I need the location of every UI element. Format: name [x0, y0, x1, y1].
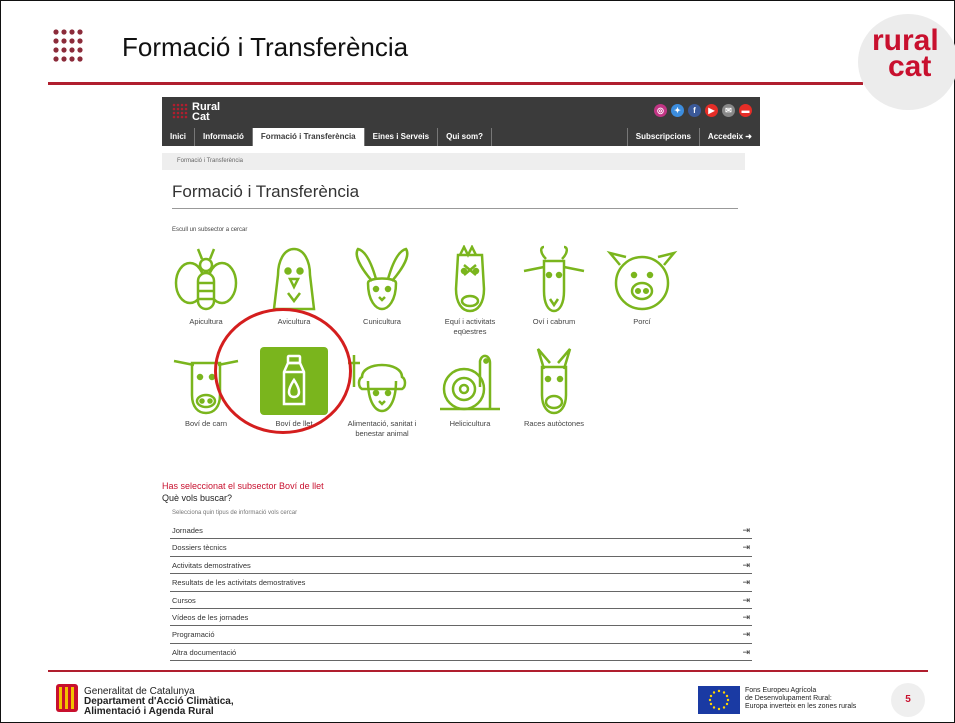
list-item-resultats[interactable]: Resultats de les activitats demostrative…	[170, 574, 752, 592]
instagram-icon[interactable]: ◎	[654, 104, 667, 117]
list-item-label: Programació	[172, 630, 215, 640]
selected-subsector-message: Has seleccionat el subsector Boví de lle…	[162, 481, 324, 491]
snail-icon	[440, 354, 500, 411]
list-item-dossiers[interactable]: Dossiers tècnics ⇥	[170, 539, 752, 557]
fons-line2: de Desenvolupament Rural:	[745, 695, 832, 702]
nav-item-eines[interactable]: Eines i Serveis	[365, 128, 439, 146]
list-item-label: Dossiers tècnics	[172, 543, 227, 553]
nav-item-formacio[interactable]: Formació i Transferència	[252, 128, 365, 146]
mail-icon[interactable]: ✉	[722, 104, 735, 117]
heading-divider	[172, 208, 738, 209]
social-links: ◎ ✦ f ▶ ✉ ▬	[654, 104, 752, 117]
highlight-ellipse	[214, 308, 352, 434]
horse-icon	[454, 245, 486, 313]
subsector-label: Boví de carn	[184, 419, 228, 428]
nav-item-informacio[interactable]: Informació	[195, 128, 253, 146]
slide-title: Formació i Transferència	[122, 32, 409, 62]
logo-text-cat: cat	[888, 50, 932, 83]
hen-icon	[272, 247, 316, 311]
search-question: Què vols buscar?	[162, 493, 233, 503]
subsector-tile-ovi-cabrum[interactable]: Oví i cabrum	[518, 245, 590, 327]
sheep-icon	[348, 355, 407, 413]
fons-line1: Fons Europeu Agrícola	[745, 687, 817, 694]
gencat-text: Generalitat de Catalunya Departament d'A…	[84, 687, 234, 717]
fons-line3: Europa inverteix en les zones rurals	[745, 703, 857, 710]
gencat-line3: Alimentació i Agenda Rural	[84, 706, 214, 717]
accedeix-label: Accedeix	[707, 132, 744, 141]
rabbit-icon	[355, 247, 409, 311]
subsector-label: Races autòctones	[523, 419, 585, 428]
subsector-tile-equi[interactable]: Equí i activitats eqüestres	[434, 245, 506, 337]
nav-item-subscripcions[interactable]: Subscripcions	[626, 128, 699, 146]
list-item-cursos[interactable]: Cursos ⇥	[170, 592, 752, 609]
site-dots-icon	[172, 103, 188, 119]
subsector-label: Equí i activitats eqüestres	[444, 317, 496, 336]
nav-item-inici[interactable]: Inici	[162, 128, 196, 146]
youtube-icon[interactable]: ▶	[705, 104, 718, 117]
list-item-jornades[interactable]: Jornades ⇥	[170, 522, 752, 540]
page-number: 5	[891, 683, 925, 717]
select-info-hint: Selecciona quin tipus de informació vols…	[172, 510, 298, 516]
list-item-label: Jornades	[172, 526, 203, 535]
site-logo-text[interactable]: Rural Cat	[192, 102, 220, 123]
subsector-label: Cunicultura	[363, 317, 401, 326]
list-item-activitats[interactable]: Activitats demostratives ⇥	[170, 557, 752, 575]
donkey-icon	[536, 348, 572, 415]
page-heading: Formació i Transferència	[172, 182, 360, 201]
list-item-programacio[interactable]: Programació ⇥	[170, 626, 752, 644]
nav-item-qui-som[interactable]: Qui som?	[438, 128, 492, 146]
subsector-label: Helicicultura	[449, 419, 491, 428]
info-type-list: Jornades ⇥ Dossiers tècnics ⇥ Activitats d…	[170, 522, 752, 662]
subsector-label: Porcí	[633, 317, 651, 326]
list-item-label: Cursos	[172, 595, 196, 605]
breadcrumb[interactable]: Formació i Transferència	[162, 153, 745, 170]
choose-subsector-label: Escull un subsector a cercar	[172, 227, 248, 233]
title-divider	[48, 82, 863, 85]
gencat-logo-icon	[56, 684, 78, 712]
enter-arrow-icon: ⇥	[742, 559, 750, 570]
bee-icon	[174, 248, 238, 311]
enter-arrow-icon: ⇥	[742, 594, 750, 605]
enter-arrow-icon: ⇥	[742, 577, 750, 588]
footer-divider	[48, 670, 928, 672]
twitter-icon[interactable]: ✦	[671, 104, 684, 117]
main-nav: Inici Informació Formació i Transferènci…	[162, 128, 760, 146]
subsector-tile-porci[interactable]: Porcí	[606, 245, 678, 327]
site-header: Rural Cat ◎ ✦ f ▶ ✉ ▬ Inici Informació Formac…	[162, 97, 760, 146]
subsector-label: Apicultura	[189, 317, 223, 326]
facebook-icon[interactable]: f	[688, 104, 701, 117]
subsector-tile-cunicultura[interactable]: Cunicultura	[346, 245, 418, 327]
feader-text: Fons Europeu Agrícola de Desenvolupament…	[745, 687, 856, 711]
nav-item-accedeix[interactable]: Accedeix ➜	[698, 128, 760, 146]
pig-icon	[606, 250, 678, 311]
subsector-tile-helicicultura[interactable]: Helicicultura	[434, 347, 506, 429]
ruralcat-logo: rural cat	[858, 14, 955, 110]
enter-arrow-icon: ⇥	[742, 542, 750, 553]
enter-arrow-icon: ⇥	[742, 629, 750, 640]
enter-arrow-icon: ⇥	[742, 646, 750, 657]
list-item-label: Activitats demostratives	[172, 560, 251, 570]
subsector-tile-races-autoctones[interactable]: Races autòctones	[518, 347, 590, 429]
enter-arrow-icon: ⇥	[742, 611, 750, 622]
list-item-altra[interactable]: Altra documentació ⇥	[170, 644, 752, 662]
goat-icon	[523, 245, 585, 313]
eu-flag-icon	[698, 686, 740, 714]
site-logo-line2: Cat	[192, 111, 210, 123]
login-icon: ➜	[743, 132, 752, 141]
list-item-label: Vídeos de les jornades	[172, 612, 249, 622]
subsector-tile-apicultura[interactable]: Apicultura	[170, 245, 242, 327]
list-item-label: Altra documentació	[172, 647, 237, 657]
ruralcat-dots-icon	[53, 29, 83, 62]
subsector-label: Oví i cabrum	[532, 317, 576, 326]
list-item-videos[interactable]: Vídeos de les jornades ⇥	[170, 609, 752, 627]
subsector-label: Alimentació, sanitat i benestar animal	[347, 419, 417, 438]
print-icon[interactable]: ▬	[739, 104, 752, 117]
enter-arrow-icon: ⇥	[742, 525, 750, 535]
list-item-label: Resultats de les activitats demostrative…	[172, 578, 306, 588]
subsector-tile-alimentacio[interactable]: Alimentació, sanitat i benestar animal	[346, 347, 418, 439]
